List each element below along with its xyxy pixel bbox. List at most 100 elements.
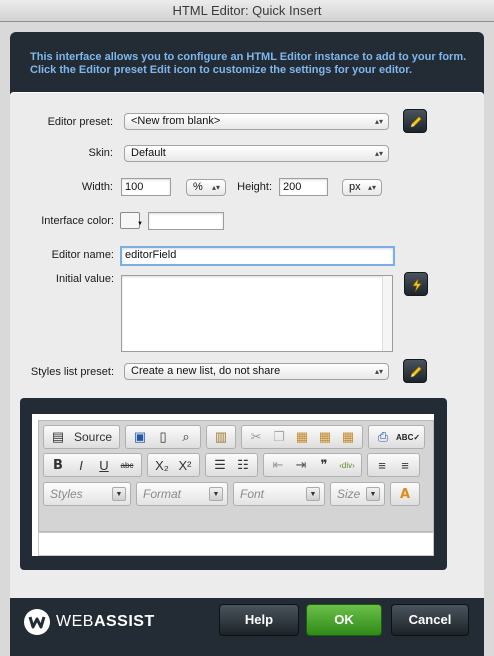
window-title: HTML Editor: Quick Insert [0, 0, 494, 22]
bold-button[interactable]: B [48, 455, 68, 475]
updown-arrows-icon: ▴▾ [374, 117, 383, 126]
editor-preset-select[interactable]: <New from blank> ▴▾ [124, 113, 389, 130]
edit-styles-list-button[interactable] [403, 359, 427, 383]
document-group: ▣ ▯ ⌕ [125, 425, 202, 449]
dialog-body: This interface allows you to configure a… [0, 22, 494, 656]
source-button[interactable]: Source [71, 427, 115, 447]
interface-color-input[interactable] [148, 212, 224, 230]
indent-group: ⇤ ⇥ ❞ ‹div› [263, 453, 362, 477]
italic-button[interactable]: I [71, 455, 91, 475]
editor-toolbar: ▤ Source ▣ ▯ ⌕ ▥ ✂ ❐ ▦ ▦ ▦ ⎙ ABC✓ B I U … [38, 420, 434, 532]
underline-button[interactable]: U [94, 455, 114, 475]
ok-button[interactable]: OK [306, 604, 382, 636]
editor-content-area[interactable] [38, 532, 434, 556]
align-group: ≡ ≡ [367, 453, 420, 477]
spellcheck-icon[interactable]: ABC✓ [396, 427, 420, 447]
textarea-scrollbar[interactable] [382, 276, 392, 351]
styles-list-value: Create a new list, do not share [131, 365, 281, 377]
editor-name-label: Editor name: [51, 249, 114, 261]
source-group: ▤ Source [43, 425, 121, 449]
list-group: ☰ ☷ [205, 453, 258, 477]
cut-icon[interactable]: ✂ [246, 427, 266, 447]
webassist-logo-icon [24, 609, 50, 635]
edit-preset-button[interactable] [403, 109, 427, 133]
save-icon[interactable]: ▣ [130, 427, 150, 447]
strike-button[interactable]: abc [117, 455, 137, 475]
dropdown-arrow-icon: ▼ [306, 487, 320, 501]
updown-arrows-icon: ▴▾ [367, 183, 376, 192]
skin-label: Skin: [88, 147, 113, 159]
height-input[interactable]: 200 [279, 178, 328, 196]
initial-value-action-button[interactable] [404, 272, 428, 296]
help-button[interactable]: Help [219, 604, 299, 636]
align-left-icon[interactable]: ≡ [372, 455, 392, 475]
styles-combo-label: Styles [50, 487, 83, 501]
width-input[interactable]: 100 [121, 178, 171, 196]
templates-group: ▥ [206, 425, 237, 449]
styles-combo[interactable]: Styles ▼ [43, 482, 131, 506]
width-unit-value: % [193, 181, 203, 193]
subscript-button[interactable]: X₂ [152, 455, 172, 475]
width-label: Width: [81, 181, 113, 193]
webassist-wordmark: WEBASSIST [56, 613, 155, 631]
interface-color-label: Interface color: [41, 215, 114, 227]
editing-group: ⎙ ABC✓ [368, 425, 426, 449]
text-color-icon[interactable]: A [395, 484, 415, 504]
dropdown-triangle-icon: ▼ [137, 221, 143, 227]
editor-preview-frame: ▤ Source ▣ ▯ ⌕ ▥ ✂ ❐ ▦ ▦ ▦ ⎙ ABC✓ B I U … [20, 398, 447, 570]
logo-assist: ASSIST [93, 613, 155, 630]
intro-text: This interface allows you to configure a… [30, 51, 467, 76]
lightning-icon [411, 277, 423, 293]
format-combo-label: Format [143, 487, 182, 501]
div-container-icon[interactable]: ‹div› [337, 455, 357, 475]
initial-value-textarea[interactable] [121, 275, 393, 352]
editor-preview: ▤ Source ▣ ▯ ⌕ ▥ ✂ ❐ ▦ ▦ ▦ ⎙ ABC✓ B I U … [32, 414, 434, 556]
bulleted-list-icon[interactable]: ☷ [233, 455, 253, 475]
editor-name-input[interactable]: editorField [120, 246, 395, 266]
copy-icon[interactable]: ❐ [269, 427, 289, 447]
paste-text-icon[interactable]: ▦ [315, 427, 335, 447]
paste-word-icon[interactable]: ▦ [338, 427, 358, 447]
height-unit-value: px [349, 181, 361, 193]
font-combo[interactable]: Font ▼ [233, 482, 325, 506]
skin-select[interactable]: Default ▴▾ [124, 145, 389, 162]
webassist-logo: WEBASSIST [24, 607, 155, 637]
templates-icon[interactable]: ▥ [211, 427, 231, 447]
height-unit-select[interactable]: px ▴▾ [342, 179, 382, 196]
footer-bar: WEBASSIST Help OK Cancel [10, 598, 484, 656]
clipboard-group: ✂ ❐ ▦ ▦ ▦ [241, 425, 364, 449]
numbered-list-icon[interactable]: ☰ [210, 455, 230, 475]
updown-arrows-icon: ▴▾ [374, 149, 383, 158]
new-page-icon[interactable]: ▯ [153, 427, 173, 447]
updown-arrows-icon: ▴▾ [374, 367, 383, 376]
dropdown-arrow-icon: ▼ [112, 487, 126, 501]
script-group: X₂ X² [147, 453, 200, 477]
superscript-button[interactable]: X² [175, 455, 195, 475]
styles-list-label: Styles list preset: [30, 366, 114, 378]
size-combo-label: Size [337, 487, 361, 501]
paste-icon[interactable]: ▦ [292, 427, 312, 447]
document-icon: ▤ [51, 429, 65, 444]
skin-value: Default [131, 147, 166, 159]
styles-list-select[interactable]: Create a new list, do not share ▴▾ [124, 363, 389, 380]
format-combo[interactable]: Format ▼ [136, 482, 228, 506]
editor-preset-value: <New from blank> [131, 115, 221, 127]
align-center-icon[interactable]: ≡ [395, 455, 415, 475]
editor-preset-label: Editor preset: [47, 116, 113, 128]
preview-icon[interactable]: ⌕ [176, 427, 196, 447]
size-combo[interactable]: Size ▼ [330, 482, 385, 506]
outdent-icon[interactable]: ⇤ [268, 455, 288, 475]
font-combo-label: Font [240, 487, 265, 501]
dropdown-arrow-icon: ▼ [366, 487, 380, 501]
pencil-icon [410, 115, 423, 128]
cancel-button[interactable]: Cancel [391, 604, 469, 636]
dropdown-arrow-icon: ▼ [209, 487, 223, 501]
text-color-group: A [390, 482, 420, 506]
initial-value-label: Initial value: [55, 273, 114, 285]
indent-icon[interactable]: ⇥ [291, 455, 311, 475]
blockquote-icon[interactable]: ❞ [314, 455, 334, 475]
width-unit-select[interactable]: % ▴▾ [186, 179, 226, 196]
color-swatch-picker[interactable]: ▼ [120, 212, 143, 229]
print-icon[interactable]: ⎙ [373, 427, 393, 447]
basic-styles-group: B I U abc [43, 453, 142, 477]
